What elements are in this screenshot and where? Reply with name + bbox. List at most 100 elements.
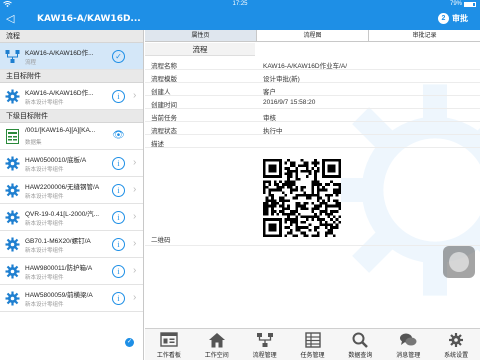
info-icon[interactable]: i <box>112 292 125 305</box>
gear-icon <box>449 333 464 347</box>
list-item[interactable]: GB70.1-M6X20/螺钉/A 新本设计零组件 i › <box>0 231 143 258</box>
section-header-main-attachments: 主目标附件 <box>0 70 143 83</box>
item-title: KAW16-A/KAW16D作... <box>25 90 94 97</box>
row-value: KAW16-A/KAW16D作业车/A/ <box>263 63 348 70</box>
gear-icon <box>5 237 20 252</box>
row-value: 2016/9/7 15:58:20 <box>263 99 316 106</box>
tabbar-item-query[interactable]: 数据查询 <box>336 329 384 360</box>
row-key: 流程状态 <box>151 128 177 135</box>
info-icon[interactable]: i <box>112 184 125 197</box>
item-subtitle: 流程 <box>25 60 37 66</box>
chevron-right-icon[interactable]: › <box>133 265 136 276</box>
tab-approval-records[interactable]: 审批记录 <box>369 30 480 41</box>
verified-icon[interactable]: ✓ <box>112 50 125 63</box>
tabbar-label: 流程管理 <box>252 353 277 359</box>
row-key: 描述 <box>151 141 164 148</box>
list-item[interactable]: HAW2200006/无缝钢管/A 新本设计零组件 i › <box>0 177 143 204</box>
list-item[interactable]: KAW16-A/KAW16D作... 新本设计零组件 i › <box>0 83 143 110</box>
row-key: 流程模版 <box>151 76 177 83</box>
tabbar-label: 工作看板 <box>156 353 181 359</box>
approve-count-badge: 2 <box>438 13 449 24</box>
item-title: KAW16-A/KAW16D作... <box>25 50 94 57</box>
table-row: 流程名称 KAW16-A/KAW16D作业车/A/ <box>145 57 480 70</box>
row-value: 设计审批(新) <box>263 76 300 83</box>
main-panel: 属性页 流程图 审批记录 流程 流程名称 KAW16-A/KAW16D作业车/A… <box>145 30 480 328</box>
item-title: /001/[KAW16-A][A][KA... <box>25 127 96 134</box>
chevron-right-icon[interactable]: › <box>133 157 136 168</box>
info-icon[interactable]: i <box>112 265 125 278</box>
section-header-sub-attachments: 下级目标附件 <box>0 110 143 123</box>
sidebar: 流程 KAW16-A/KAW16D作... 流程 ✓ 主目标附件 KAW16-A… <box>0 30 144 360</box>
tabbar-label: 消息管理 <box>396 353 421 359</box>
dashboard-icon <box>160 332 178 347</box>
item-subtitle: 新本设计零组件 <box>25 248 64 254</box>
chevron-right-icon[interactable]: › <box>133 90 136 101</box>
list-item[interactable]: QVR-19-0.41[L-2000/汽... 新本设计零组件 i › <box>0 204 143 231</box>
chevron-right-icon[interactable]: › <box>133 238 136 249</box>
info-icon[interactable]: i <box>112 238 125 251</box>
row-key: 流程名称 <box>151 63 177 70</box>
tabbar-label: 数据查询 <box>348 353 373 359</box>
list-item[interactable]: HAW0500010/底板/A 新本设计零组件 i › <box>0 150 143 177</box>
item-title: HAW5800059/前横梁/A <box>25 292 93 299</box>
list-item[interactable]: HAW9800011/防护箱/A 新本设计零组件 i › <box>0 258 143 285</box>
list-item[interactable]: /001/[KAW16-A][A][KA... 数据集 👁 <box>0 123 143 150</box>
row-value: 审核 <box>263 115 276 122</box>
tabbar-item-dashboard[interactable]: 工作看板 <box>145 329 193 360</box>
tabbar-item-process[interactable]: 流程管理 <box>241 329 289 360</box>
gear-icon <box>5 291 20 306</box>
tab-flowchart[interactable]: 流程图 <box>257 30 369 41</box>
item-title: HAW2200006/无缝钢管/A <box>25 184 100 191</box>
row-value: 执行中 <box>263 128 283 135</box>
row-key: 当前任务 <box>151 115 177 122</box>
excel-icon <box>5 129 20 144</box>
tab-bar: 属性页 流程图 审批记录 <box>145 30 480 42</box>
section-header-flow: 流程 <box>0 30 143 43</box>
page-title: KAW16-A/KAW16D... <box>37 14 141 24</box>
flow-icon <box>256 333 273 347</box>
tabbar-item-messages[interactable]: 消息管理 <box>384 329 432 360</box>
preview-icon[interactable]: 👁 <box>112 130 125 143</box>
tabbar-item-workspace[interactable]: 工作空间 <box>193 329 241 360</box>
chevron-right-icon[interactable]: › <box>133 211 136 222</box>
gear-icon <box>5 89 20 104</box>
approve-button[interactable]: 2 审批 <box>438 13 468 24</box>
tabbar-label: 系统设置 <box>444 353 469 359</box>
bottom-tab-bar: 工作看板 工作空间 流程管理 任务管理 数据查询 消息管理 系统设置 <box>145 328 480 360</box>
tabbar-item-tasks[interactable]: 任务管理 <box>289 329 337 360</box>
nav-bar: ◁ KAW16-A/KAW16D... 2 审批 <box>0 9 480 30</box>
table-row: 描述 <box>145 135 480 148</box>
item-subtitle: 新本设计零组件 <box>25 194 64 200</box>
table-row: 创建时间 2016/9/7 15:58:20 <box>145 96 480 109</box>
tab-properties[interactable]: 属性页 <box>145 30 257 41</box>
gear-icon <box>5 183 20 198</box>
gear-icon <box>5 264 20 279</box>
flow-icon <box>5 49 20 64</box>
item-subtitle: 数据集 <box>25 140 42 146</box>
table-row: 流程状态 执行中 <box>145 122 480 135</box>
panel-title: 流程 <box>145 43 255 56</box>
tabbar-label: 任务管理 <box>300 353 325 359</box>
assistive-touch-button[interactable] <box>443 246 475 278</box>
chevron-right-icon[interactable]: › <box>133 184 136 195</box>
item-subtitle: 新本设计零组件 <box>25 221 64 227</box>
list-item[interactable]: KAW16-A/KAW16D作... 流程 ✓ <box>0 43 143 70</box>
qr-label: 二维码 <box>151 237 171 244</box>
tabbar-label: 工作空间 <box>204 353 229 359</box>
info-icon[interactable]: i <box>112 157 125 170</box>
row-value: 客户 <box>263 89 276 96</box>
list-item[interactable]: HAW5800059/前横梁/A 新本设计零组件 i › <box>0 285 143 312</box>
table-row: 流程模版 设计审批(新) <box>145 70 480 83</box>
info-icon[interactable]: i <box>112 211 125 224</box>
tabbar-item-settings[interactable]: 系统设置 <box>432 329 480 360</box>
table-row: 创建人 客户 <box>145 83 480 96</box>
table-row: 当前任务 审核 <box>145 109 480 122</box>
item-subtitle: 新本设计零组件 <box>25 275 64 281</box>
back-arrow-icon[interactable]: ◁ <box>6 12 14 25</box>
chevron-right-icon[interactable]: › <box>133 292 136 303</box>
item-title: HAW0500010/底板/A <box>25 157 87 164</box>
item-subtitle: 新本设计零组件 <box>25 167 64 173</box>
info-icon[interactable]: i <box>112 90 125 103</box>
select-indicator-icon[interactable]: ✓ <box>125 338 134 347</box>
message-icon <box>400 333 417 346</box>
